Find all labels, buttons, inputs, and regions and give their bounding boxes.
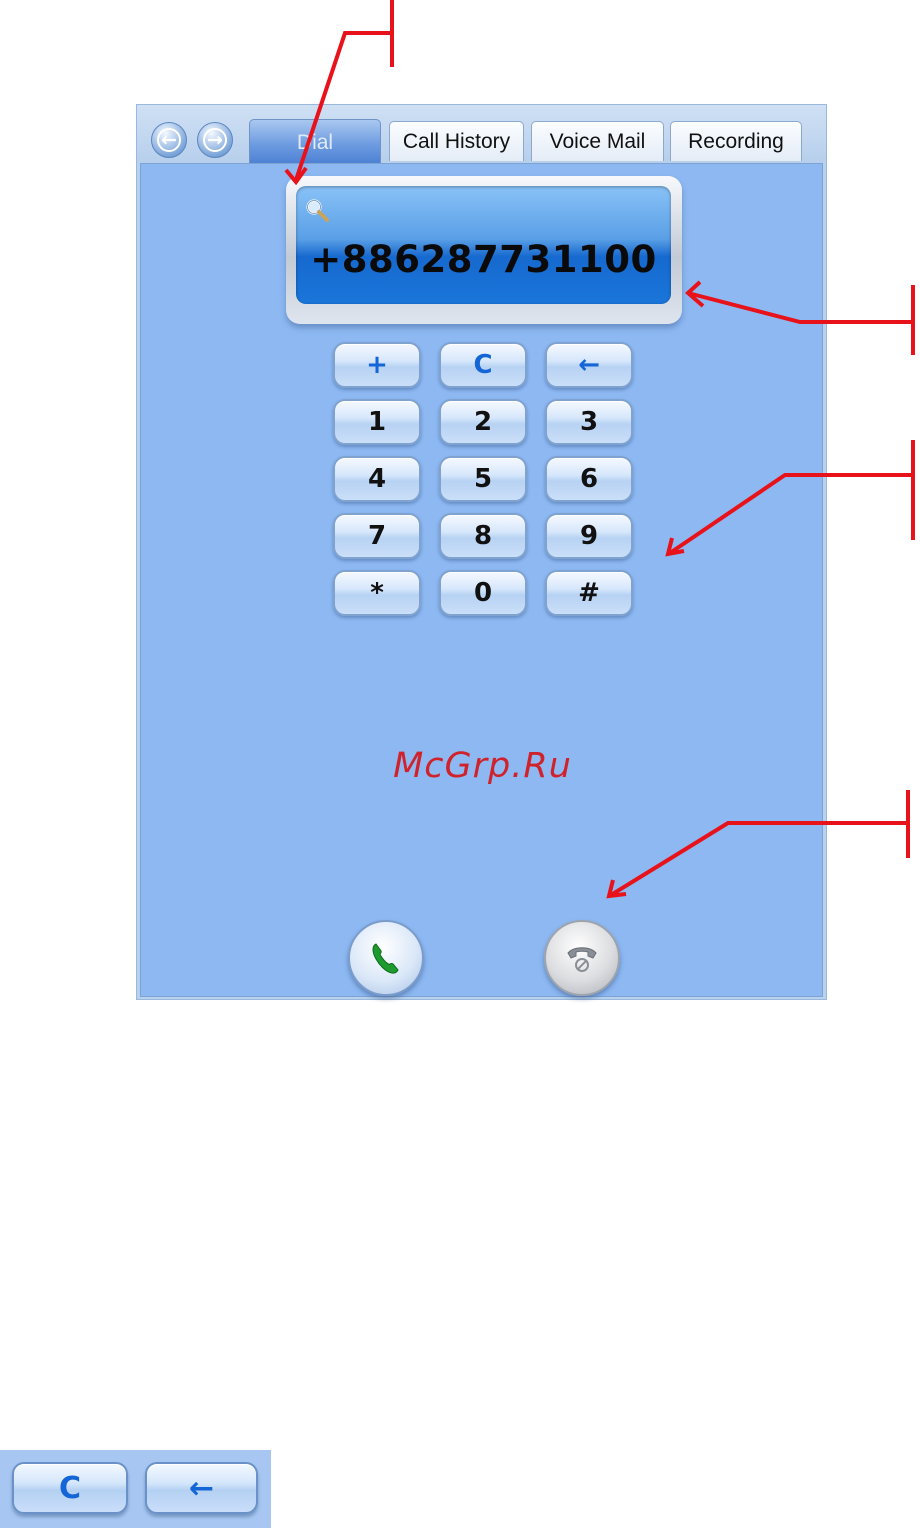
clear-key-detail[interactable]: C	[12, 1462, 128, 1514]
number-display-frame: +886287731100	[286, 176, 682, 324]
key-star[interactable]: *	[333, 570, 421, 616]
tab-recording[interactable]: Recording	[670, 121, 802, 161]
tab-call-history[interactable]: Call History	[389, 121, 524, 161]
key-hash[interactable]: #	[545, 570, 633, 616]
key-plus[interactable]: +	[333, 342, 421, 388]
phone-call-icon	[372, 943, 399, 974]
dialed-number: +886287731100	[310, 238, 657, 281]
watermark: McGrp.Ru	[393, 746, 572, 786]
key-8[interactable]: 8	[439, 513, 527, 559]
key-9[interactable]: 9	[545, 513, 633, 559]
tab-bar: ← → Dial Call History Voice Mail Recordi…	[137, 105, 826, 165]
key-0[interactable]: 0	[439, 570, 527, 616]
key-4[interactable]: 4	[333, 456, 421, 502]
number-display-screen[interactable]: +886287731100	[296, 186, 671, 304]
key-6[interactable]: 6	[545, 456, 633, 502]
keypad-detail-strip: C ←	[0, 1450, 271, 1528]
phone-hangup-icon	[567, 947, 597, 972]
key-clear[interactable]: C	[439, 342, 527, 388]
tab-voice-mail[interactable]: Voice Mail	[531, 121, 664, 161]
arrow-right-icon: →	[207, 128, 223, 151]
dial-keypad: + C ← 1 2 3 4 5 6 7 8 9 * 0 #	[333, 342, 639, 620]
key-7[interactable]: 7	[333, 513, 421, 559]
backspace-key-detail[interactable]: ←	[145, 1462, 258, 1514]
tab-dial[interactable]: Dial	[249, 119, 381, 165]
search-icon[interactable]	[304, 197, 330, 223]
key-5[interactable]: 5	[439, 456, 527, 502]
key-2[interactable]: 2	[439, 399, 527, 445]
hangup-button[interactable]	[544, 920, 620, 996]
call-button[interactable]	[348, 920, 424, 996]
key-1[interactable]: 1	[333, 399, 421, 445]
back-button[interactable]: ←	[151, 122, 187, 158]
arrow-left-icon: ←	[161, 128, 177, 151]
key-3[interactable]: 3	[545, 399, 633, 445]
softphone-window: ← → Dial Call History Voice Mail Recordi…	[136, 104, 827, 1000]
forward-button[interactable]: →	[197, 122, 233, 158]
key-backspace[interactable]: ←	[545, 342, 633, 388]
dial-panel: +886287731100 + C ← 1 2 3 4 5 6 7 8 9 * …	[140, 163, 823, 997]
